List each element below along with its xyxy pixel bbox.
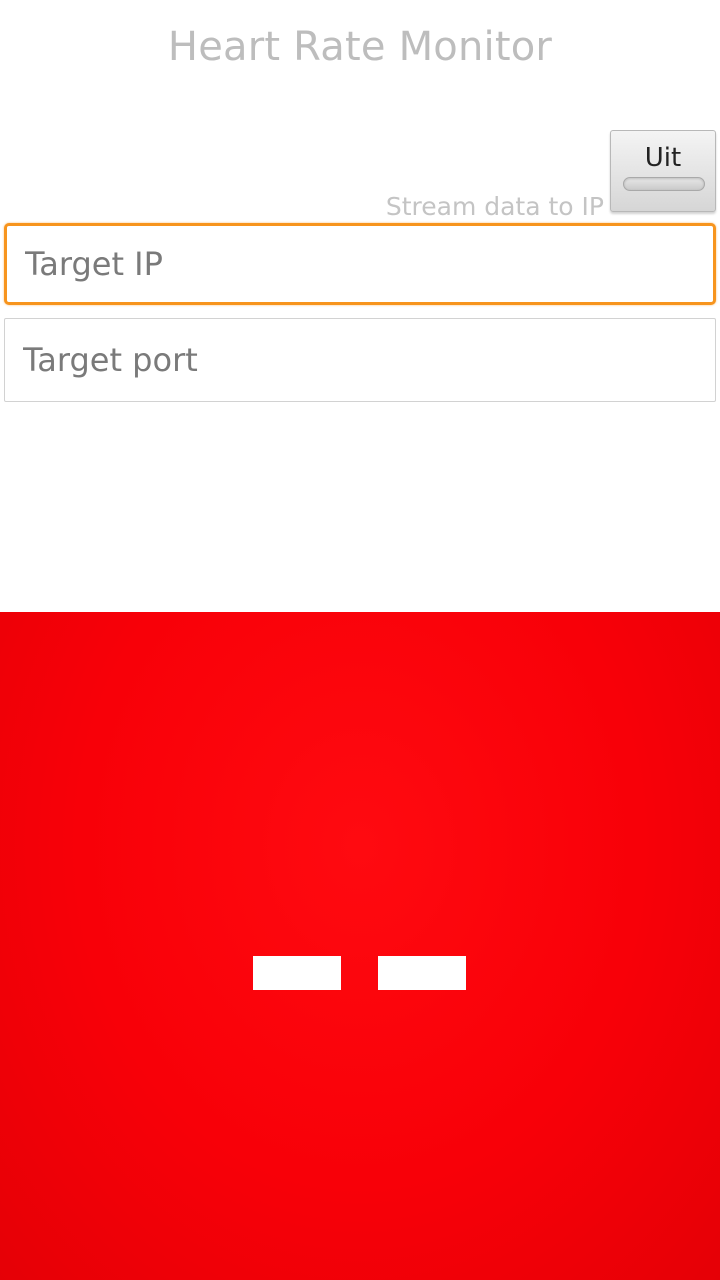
- app-title: Heart Rate Monitor: [167, 24, 553, 70]
- stream-toggle-label: Uit: [644, 143, 682, 173]
- target-ip-field[interactable]: [4, 223, 716, 305]
- app-screen: Heart Rate Monitor Stream data to IP Uit…: [0, 0, 720, 1280]
- target-port-field[interactable]: [4, 318, 716, 402]
- camera-preview: --: [0, 612, 720, 1280]
- target-ip-input[interactable]: [25, 245, 713, 283]
- target-port-input[interactable]: [23, 341, 715, 379]
- bpm-dash-2: [378, 956, 466, 990]
- stream-label: Stream data to IP: [385, 192, 604, 221]
- bpm-dash-1: [253, 956, 341, 990]
- toggle-indicator-bar: [623, 177, 705, 191]
- stream-toggle-button[interactable]: Uit: [610, 130, 716, 212]
